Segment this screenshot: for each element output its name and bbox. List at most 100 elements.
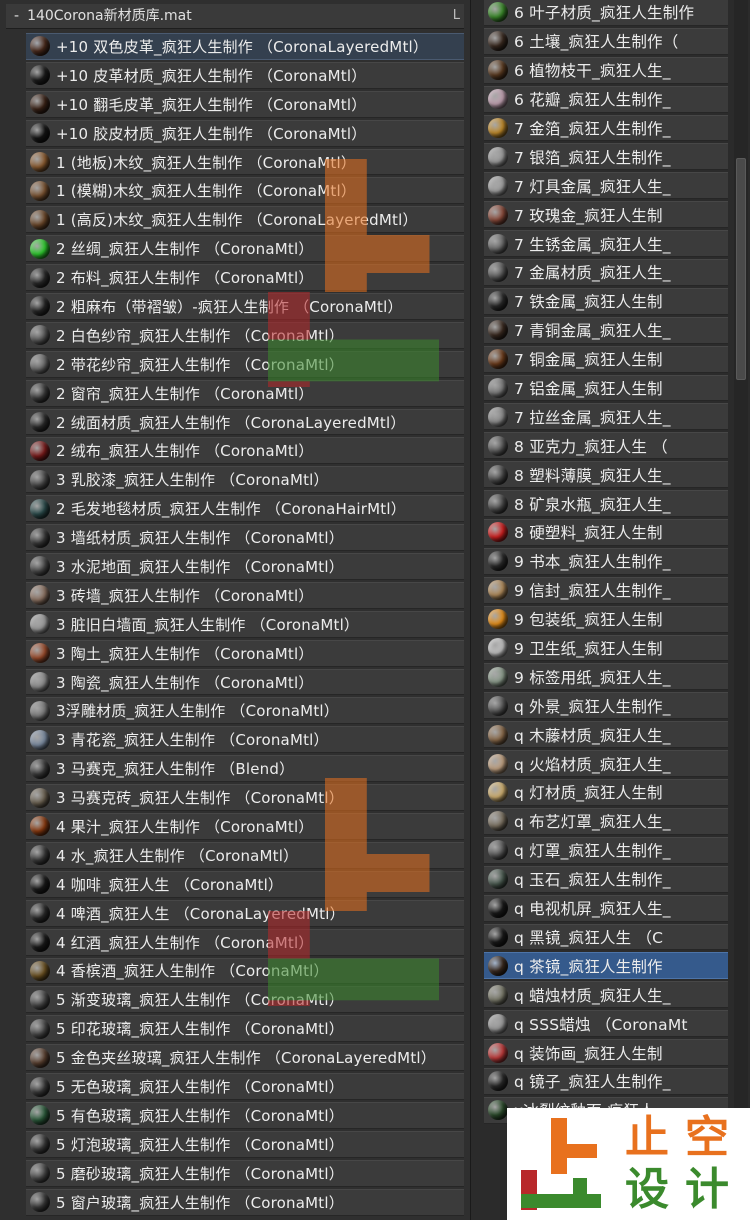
material-name: 7 拉丝金属_疯狂人生_: [514, 408, 671, 427]
material-list-item[interactable]: 5 印花玻璃_疯狂人生制作 （CoronaMtl）: [26, 1015, 464, 1043]
material-list-item[interactable]: +10 双色皮革_疯狂人生制作 （CoronaLayeredMtl）: [26, 33, 464, 60]
material-list-item[interactable]: 8 塑料薄膜_疯狂人生_: [484, 461, 728, 489]
collapse-toggle[interactable]: -: [6, 8, 27, 24]
scrollbar-thumb[interactable]: [736, 158, 746, 380]
material-list-item[interactable]: 2 布料_疯狂人生制作 （CoronaMtl）: [26, 264, 464, 292]
material-list-item[interactable]: 4 啤酒_疯狂人生 （CoronaLayeredMtl）: [26, 899, 464, 927]
material-list-item[interactable]: +10 皮革材质_疯狂人生制作 （CoronaMtl）: [26, 61, 464, 89]
material-list-item[interactable]: 8 亚克力_疯狂人生 （: [484, 432, 728, 460]
material-name: 2 窗帘_疯狂人生制作 （CoronaMtl）: [56, 384, 314, 403]
material-list-item[interactable]: 5 渐变玻璃_疯狂人生制作 （CoronaMtl）: [26, 986, 464, 1014]
material-name: 4 红酒_疯狂人生制作 （CoronaMtl）: [56, 933, 314, 952]
material-list-item[interactable]: 6 土壤_疯狂人生制作（: [484, 27, 728, 55]
material-name: 7 青铜金属_疯狂人生_: [514, 322, 671, 341]
material-list-item[interactable]: q 布艺灯罩_疯狂人生_: [484, 807, 728, 835]
material-list-item[interactable]: 7 银箔_疯狂人生制作_: [484, 143, 728, 171]
material-list-item[interactable]: q 灯材质_疯狂人生制: [484, 779, 728, 806]
material-list-item[interactable]: 2 带花纱帘_疯狂人生制作 （CoronaMtl）: [26, 350, 464, 378]
material-list-item[interactable]: 3 青花瓷_疯狂人生制作 （CoronaMtl）: [26, 726, 464, 754]
material-list-item[interactable]: 7 金箔_疯狂人生制作_: [484, 114, 728, 142]
material-list-item[interactable]: q 装饰画_疯狂人生制: [484, 1039, 728, 1066]
material-list-item[interactable]: 7 生锈金属_疯狂人生_: [484, 230, 728, 258]
material-list-item[interactable]: 3浮雕材质_疯狂人生制作 （CoronaMtl）: [26, 697, 464, 725]
material-list-item[interactable]: 3 墙纸材质_疯狂人生制作 （CoronaMtl）: [26, 524, 464, 552]
material-swatch-icon: [488, 146, 508, 167]
material-list-item[interactable]: 1 (模糊)木纹_疯狂人生制作 （CoronaMtl）: [26, 177, 464, 205]
material-list-item[interactable]: 3 陶瓷_疯狂人生制作 （CoronaMtl）: [26, 668, 464, 696]
material-list-item[interactable]: 7 玫瑰金_疯狂人生制: [484, 201, 728, 229]
material-list-item[interactable]: 3 水泥地面_疯狂人生制作 （CoronaMtl）: [26, 553, 464, 580]
material-list-item[interactable]: q 黑镜_疯狂人生 （C: [484, 923, 728, 951]
material-swatch-icon: [30, 614, 50, 635]
material-list-item[interactable]: 3 陶土_疯狂人生制作 （CoronaMtl）: [26, 639, 464, 667]
material-list-item[interactable]: q 镜子_疯狂人生制作_: [484, 1067, 728, 1095]
material-list-item[interactable]: 3 乳胶漆_疯狂人生制作 （CoronaMtl）: [26, 466, 464, 494]
material-list-item[interactable]: q 木藤材质_疯狂人生_: [484, 721, 728, 749]
material-list-item[interactable]: 4 红酒_疯狂人生制作 （CoronaMtl）: [26, 928, 464, 956]
material-swatch-icon: [30, 36, 50, 57]
material-list-item[interactable]: 7 拉丝金属_疯狂人生_: [484, 403, 728, 431]
material-list-item[interactable]: q 灯罩_疯狂人生制作_: [484, 836, 728, 864]
material-list-item[interactable]: 4 水_疯狂人生制作 （CoronaMtl）: [26, 841, 464, 869]
material-list-item[interactable]: 5 金色夹丝玻璃_疯狂人生制作 （CoronaLayeredMtl）: [26, 1044, 464, 1072]
material-list-item[interactable]: 2 粗麻布（带褶皱）-疯狂人生制作 （CoronaMtl）: [26, 293, 464, 320]
material-list-item[interactable]: +10 翻毛皮革_疯狂人生制作 （CoronaMtl）: [26, 90, 464, 118]
material-list-item[interactable]: 1 (地板)木纹_疯狂人生制作 （CoronaMtl）: [26, 148, 464, 176]
material-list-item[interactable]: 7 铁金属_疯狂人生制: [484, 287, 728, 315]
material-swatch-icon: [30, 440, 50, 461]
material-list-item[interactable]: 8 硬塑料_疯狂人生制: [484, 519, 728, 546]
material-list-item[interactable]: 9 信封_疯狂人生制作_: [484, 576, 728, 604]
material-list-item[interactable]: q SSS蜡烛 （CoronaMt: [484, 1010, 728, 1038]
material-list-item[interactable]: 9 卫生纸_疯狂人生制: [484, 634, 728, 662]
material-list-item[interactable]: q 茶镜_疯狂人生制作: [484, 952, 728, 980]
material-list-item[interactable]: 2 丝绸_疯狂人生制作 （CoronaMtl）: [26, 235, 464, 263]
material-name: q SSS蜡烛 （CoronaMt: [514, 1015, 688, 1034]
material-list-item[interactable]: 2 绒布_疯狂人生制作 （CoronaMtl）: [26, 437, 464, 465]
library-header[interactable]: -140Corona新材质库.mat L: [6, 4, 464, 29]
material-list-item[interactable]: 7 金属材质_疯狂人生_: [484, 259, 728, 286]
material-list-item[interactable]: 4 果汁_疯狂人生制作 （CoronaMtl）: [26, 813, 464, 840]
material-list-item[interactable]: 7 铜金属_疯狂人生制: [484, 345, 728, 373]
material-list-item[interactable]: 2 白色纱帘_疯狂人生制作 （CoronaMtl）: [26, 321, 464, 349]
material-swatch-icon: [30, 267, 50, 288]
material-name: q 黑镜_疯狂人生 （C: [514, 928, 664, 947]
material-list-item[interactable]: 7 铝金属_疯狂人生制: [484, 374, 728, 402]
material-list-item[interactable]: q 火焰材质_疯狂人生_: [484, 750, 728, 778]
material-list-item[interactable]: 1 (高反)木纹_疯狂人生制作 （CoronaLayeredMtl）: [26, 206, 464, 234]
material-list-item[interactable]: 3 脏旧白墙面_疯狂人生制作 （CoronaMtl）: [26, 610, 464, 638]
material-swatch-icon: [30, 498, 50, 519]
material-list-item[interactable]: q 玉石_疯狂人生制作_: [484, 865, 728, 893]
material-list-item[interactable]: 5 磨砂玻璃_疯狂人生制作 （CoronaMtl）: [26, 1159, 464, 1187]
material-list-item[interactable]: 9 包装纸_疯狂人生制: [484, 605, 728, 633]
material-list-item[interactable]: 5 窗户玻璃_疯狂人生制作 （CoronaMtl）: [26, 1188, 464, 1216]
material-name: +10 皮革材质_疯狂人生制作 （CoronaMtl）: [56, 66, 367, 85]
material-list-item[interactable]: 7 灯具金属_疯狂人生_: [484, 172, 728, 200]
material-list-item[interactable]: 5 灯泡玻璃_疯狂人生制作 （CoronaMtl）: [26, 1130, 464, 1158]
material-list-item[interactable]: 6 花瓣_疯狂人生制作_: [484, 85, 728, 113]
material-list-item[interactable]: q 电视机屏_疯狂人生_: [484, 894, 728, 922]
material-list-item[interactable]: 5 有色玻璃_疯狂人生制作 （CoronaMtl）: [26, 1101, 464, 1129]
material-list-item[interactable]: 3 砖墙_疯狂人生制作 （CoronaMtl）: [26, 581, 464, 609]
material-list-item[interactable]: 2 毛发地毯材质_疯狂人生制作 （CoronaHairMtl）: [26, 495, 464, 523]
material-list-item[interactable]: 4 香槟酒_疯狂人生制作 （CoronaMtl）: [26, 957, 464, 985]
material-list-item[interactable]: +10 胶皮材质_疯狂人生制作 （CoronaMtl）: [26, 119, 464, 147]
material-list-item[interactable]: 7 青铜金属_疯狂人生_: [484, 316, 728, 344]
material-list-item[interactable]: 8 矿泉水瓶_疯狂人生_: [484, 490, 728, 518]
material-list-item[interactable]: 3 马赛克砖_疯狂人生制作 （CoronaMtl）: [26, 784, 464, 812]
material-list-item[interactable]: 5 无色玻璃_疯狂人生制作 （CoronaMtl）: [26, 1073, 464, 1100]
material-name: 4 水_疯狂人生制作 （CoronaMtl）: [56, 846, 299, 865]
vertical-scrollbar[interactable]: [734, 0, 748, 1220]
material-list-item[interactable]: 9 书本_疯狂人生制作_: [484, 547, 728, 575]
material-list-item[interactable]: 9 标签用纸_疯狂人生_: [484, 663, 728, 691]
material-list-item[interactable]: 6 植物枝干_疯狂人生_: [484, 56, 728, 84]
material-swatch-icon: [488, 464, 508, 485]
material-list-item[interactable]: 4 咖啡_疯狂人生 （CoronaMtl）: [26, 870, 464, 898]
material-swatch-icon: [30, 787, 50, 808]
material-list-item[interactable]: 2 绒面材质_疯狂人生制作 （CoronaLayeredMtl）: [26, 408, 464, 436]
material-swatch-icon: [30, 1192, 50, 1213]
material-list-item[interactable]: 3 马赛克_疯狂人生制作 （Blend）: [26, 755, 464, 783]
material-list-item[interactable]: 6 叶子材质_疯狂人生制作: [484, 0, 728, 26]
material-list-item[interactable]: q 外景_疯狂人生制作_: [484, 692, 728, 720]
material-list-item[interactable]: 2 窗帘_疯狂人生制作 （CoronaMtl）: [26, 379, 464, 407]
material-list-item[interactable]: q 蜡烛材质_疯狂人生_: [484, 981, 728, 1009]
